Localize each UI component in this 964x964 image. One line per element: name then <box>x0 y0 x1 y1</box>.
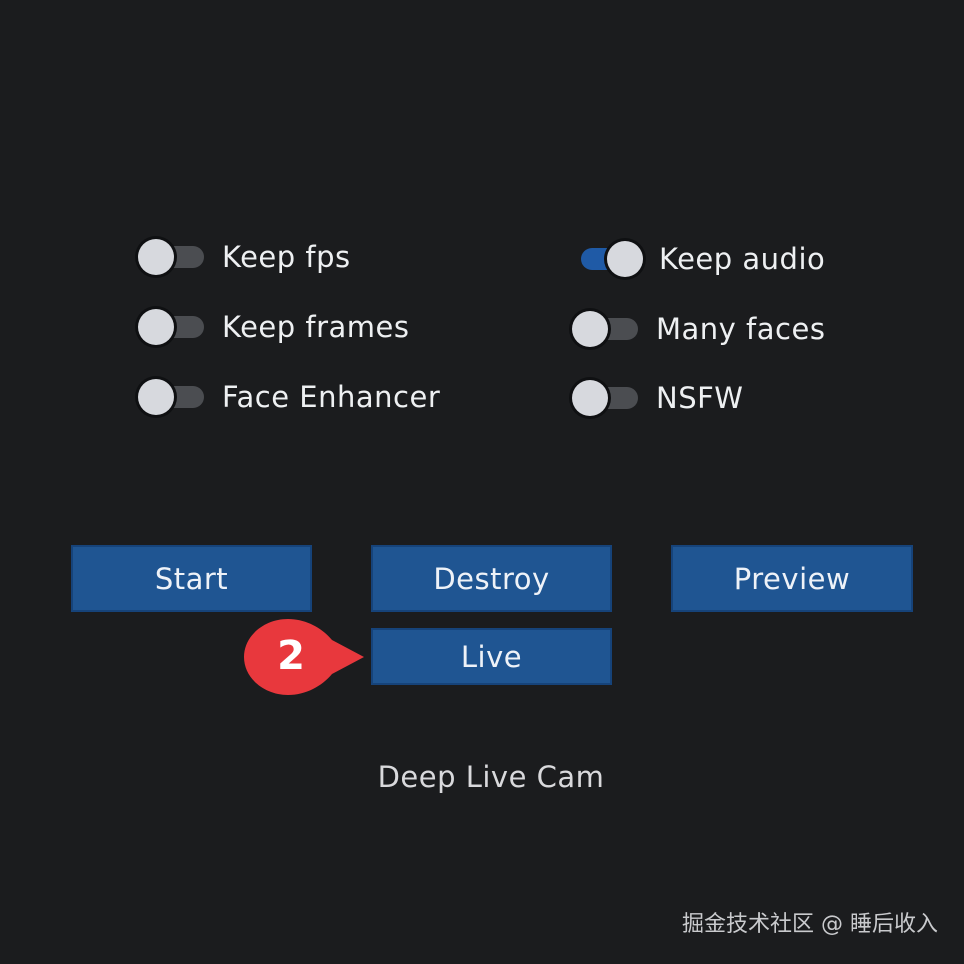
nsfw-label: NSFW <box>656 381 744 415</box>
nsfw-switch[interactable]: NSFW <box>572 376 743 420</box>
keep-fps-switch[interactable]: Keep fps <box>138 235 351 279</box>
many-faces-toggle[interactable] <box>572 307 640 351</box>
switch-knob <box>138 309 174 345</box>
keep-audio-toggle[interactable] <box>575 237 643 281</box>
switch-knob <box>138 239 174 275</box>
switch-knob <box>572 311 608 347</box>
keep-frames-label: Keep frames <box>222 310 410 344</box>
destroy-button[interactable]: Destroy <box>371 545 612 612</box>
keep-frames-toggle[interactable] <box>138 305 206 349</box>
many-faces-switch[interactable]: Many faces <box>572 307 825 351</box>
app-title: Deep Live Cam <box>377 760 605 794</box>
nsfw-toggle[interactable] <box>572 376 640 420</box>
app-window: Keep fps Keep frames Face Enhancer Keep … <box>0 0 964 964</box>
keep-audio-label: Keep audio <box>659 242 826 276</box>
step-number: 2 <box>277 633 305 679</box>
keep-frames-switch[interactable]: Keep frames <box>138 305 410 349</box>
many-faces-label: Many faces <box>656 312 826 346</box>
face-enhancer-switch[interactable]: Face Enhancer <box>138 375 440 419</box>
start-button[interactable]: Start <box>71 545 312 612</box>
switch-knob <box>138 379 174 415</box>
live-button[interactable]: Live <box>371 628 612 685</box>
keep-audio-switch[interactable]: Keep audio <box>575 237 825 281</box>
face-enhancer-toggle[interactable] <box>138 375 206 419</box>
keep-fps-label: Keep fps <box>222 240 351 274</box>
watermark: 掘金技术社区 @ 睡后收入 <box>682 912 938 937</box>
keep-fps-toggle[interactable] <box>138 235 206 279</box>
preview-button[interactable]: Preview <box>671 545 913 612</box>
switch-knob <box>572 380 608 416</box>
face-enhancer-label: Face Enhancer <box>222 380 441 414</box>
switch-knob <box>607 241 643 277</box>
